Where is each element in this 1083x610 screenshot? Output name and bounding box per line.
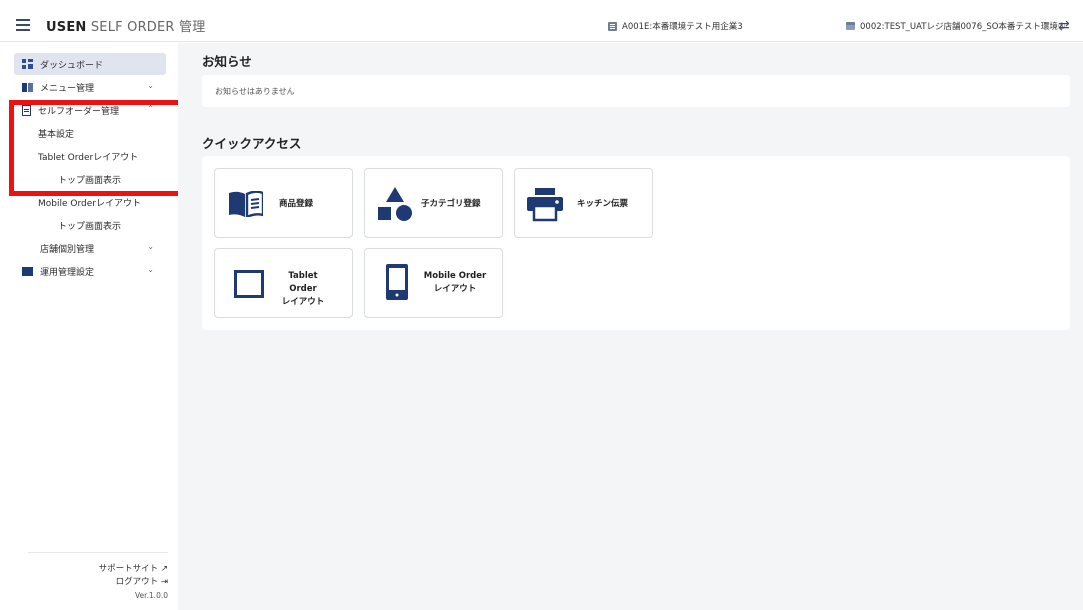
sidebar-item-mobile-layout[interactable]: Mobile Orderレイアウト [38,191,166,213]
quick-access-card: 商品登録 子カテゴリ登録 キッチン伝票 Tablet Order レイアウト M… [202,156,1070,330]
tile-label: 商品登録 [279,199,314,209]
company-indicator: A001E:本番環境テスト用企業3 [608,20,743,32]
book-open-icon [229,191,263,217]
sidebar-item-label: メニュー管理 [40,83,95,94]
book-icon [22,82,33,92]
store-name: 0002:TEST_UATレジ店舗0076_SO本番テスト環境⑤ [860,22,1066,32]
mobile-icon [386,264,408,300]
sidebar-item-label: 店舗個別管理 [40,244,95,255]
sidebar-item-tablet-top-screen[interactable]: トップ画面表示 [58,168,166,190]
support-site-label: サポートサイト [98,564,159,574]
sidebar-item-label: Tablet Orderレイアウト [38,152,139,163]
store-indicator: 0002:TEST_UATレジ店舗0076_SO本番テスト環境⑤ [846,20,1066,32]
brand-name: USEN [46,20,87,35]
sidebar-item-basic-settings[interactable]: 基本設定 [38,122,166,144]
tablet-icon [234,270,264,298]
sidebar-item-self-order[interactable]: セルフオーダー管理 ⌃ [14,99,166,121]
app-window: USEN SELF ORDER 管理 A001E:本番環境テスト用企業3 000… [0,0,1083,610]
document-icon [22,104,31,116]
tile-mobile-order-layout[interactable]: Mobile Order レイアウト [364,248,503,318]
external-link-icon: ↗ [160,564,168,574]
version-label: Ver.1.0.0 [134,591,168,600]
chevron-down-icon: ⌄ [147,242,154,251]
logout-link[interactable]: ログアウト ⇥ [28,576,168,589]
main-content: お知らせ お知らせはありません クイックアクセス 商品登録 子カテゴリ登録 キッ… [178,43,1083,610]
tile-label-line2: レイアウト [281,297,325,307]
chevron-down-icon: ⌄ [147,265,154,274]
chevron-down-icon: ⌄ [147,81,154,90]
notice-title: お知らせ [202,54,252,69]
building-icon [608,21,617,31]
tile-label: Mobile Order レイアウト [423,270,487,296]
logout-label: ログアウト [115,577,159,587]
app-title: USEN SELF ORDER 管理 [46,16,205,35]
chevron-up-icon: ⌃ [147,104,154,113]
sidebar-item-label: 運用管理設定 [40,267,95,278]
sidebar-item-mobile-top-screen[interactable]: トップ画面表示 [58,214,166,236]
tile-label-line1: Tablet Order [288,271,318,294]
sidebar: ダッシュボード メニュー管理 ⌄ セルフオーダー管理 ⌃ 基本設定 Tablet… [0,43,879,610]
tile-label: Tablet Order レイアウト [275,270,331,309]
quick-access-title: クイックアクセス [202,136,302,151]
company-name: A001E:本番環境テスト用企業3 [622,22,743,32]
tile-label: キッチン伝票 [577,199,629,209]
sidebar-item-menu[interactable]: メニュー管理 ⌄ [14,76,166,98]
brand-subtitle: SELF ORDER 管理 [90,20,206,35]
dashboard-icon [22,59,33,69]
sidebar-item-label: ダッシュボード [40,60,104,71]
tile-product-registration[interactable]: 商品登録 [214,168,353,238]
sidebar-item-label: トップ画面表示 [58,175,122,186]
tile-label-line1: Mobile Order [423,271,487,281]
sidebar-item-label: 基本設定 [38,129,75,140]
tile-subcategory-registration[interactable]: 子カテゴリ登録 [364,168,503,238]
notice-card: お知らせはありません [202,75,1070,107]
notice-empty-text: お知らせはありません [215,87,295,96]
hamburger-icon[interactable] [16,19,30,31]
switch-arrows-icon[interactable]: ⇄ [1058,18,1070,34]
register-icon [846,22,855,30]
tile-tablet-order-layout[interactable]: Tablet Order レイアウト [214,248,353,318]
top-bar: USEN SELF ORDER 管理 A001E:本番環境テスト用企業3 000… [0,10,1083,42]
sidebar-item-store-management[interactable]: 店舗個別管理 ⌄ [14,237,879,262]
sidebar-item-dashboard[interactable]: ダッシュボード [14,53,166,75]
support-site-link[interactable]: サポートサイト ↗ [28,563,168,576]
folder-icon [22,266,33,276]
sidebar-item-label: トップ画面表示 [58,221,122,232]
sidebar-item-label: Mobile Orderレイアウト [38,198,141,209]
shapes-icon [378,187,412,221]
sidebar-item-operation-settings[interactable]: 運用管理設定 ⌄ [14,260,166,282]
sidebar-footer: サポートサイト ↗ ログアウト ⇥ Ver.1.0.0 [28,552,168,602]
sidebar-item-tablet-layout[interactable]: Tablet Orderレイアウト [38,145,166,167]
sidebar-item-label: セルフオーダー管理 [38,106,120,117]
tile-label-line2: レイアウト [433,284,477,294]
tile-label: 子カテゴリ登録 [421,199,481,209]
logout-icon: ⇥ [160,577,168,587]
printer-icon [527,188,563,222]
tile-kitchen-slip[interactable]: キッチン伝票 [514,168,653,238]
